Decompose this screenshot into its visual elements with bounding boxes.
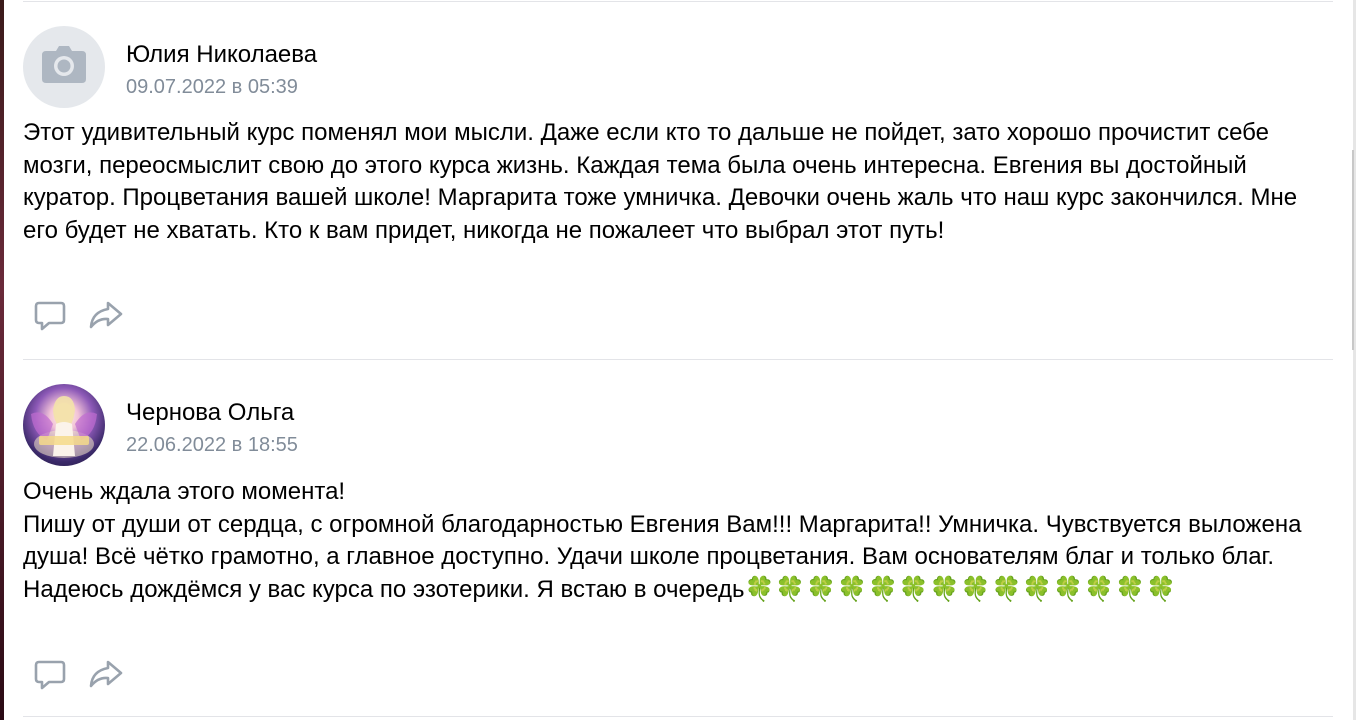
clover-emoji: 🍀🍀🍀🍀🍀🍀🍀🍀🍀🍀🍀🍀🍀🍀 bbox=[744, 575, 1177, 603]
window-edge bbox=[0, 0, 4, 720]
comment-text-line: Пишу от души от сердца, с огромной благо… bbox=[23, 509, 1323, 607]
comment-text: Этот удивительный курс поменял мои мысли… bbox=[23, 117, 1323, 247]
divider bbox=[23, 1, 1333, 2]
reply-button[interactable] bbox=[32, 658, 68, 694]
avatar[interactable] bbox=[23, 26, 105, 108]
comment-author[interactable]: Юлия Николаева bbox=[126, 41, 317, 69]
comment-item: Чернова Ольга 22.06.2022 в 18:55 Очень ж… bbox=[23, 384, 1333, 704]
avatar[interactable] bbox=[23, 384, 105, 466]
comment-text-line: Этот удивительный курс поменял мои мысли… bbox=[23, 119, 1298, 244]
reply-icon bbox=[33, 657, 67, 696]
share-icon bbox=[88, 298, 124, 337]
comment-item: Юлия Николаева 09.07.2022 в 05:39 Этот у… bbox=[23, 26, 1333, 346]
share-icon bbox=[88, 657, 124, 696]
comment-actions bbox=[32, 299, 124, 335]
comment-date[interactable]: 22.06.2022 в 18:55 bbox=[126, 434, 298, 457]
comment-text: Очень ждала этого момента! Пишу от души … bbox=[23, 476, 1323, 606]
reply-icon bbox=[33, 298, 67, 337]
comment-actions bbox=[32, 658, 124, 694]
divider bbox=[23, 716, 1333, 717]
comment-text-line: Очень ждала этого момента! bbox=[23, 478, 346, 505]
comment-date[interactable]: 09.07.2022 в 05:39 bbox=[126, 76, 298, 99]
scrollbar-thumb[interactable] bbox=[1352, 150, 1354, 350]
share-button[interactable] bbox=[88, 658, 124, 694]
comments-page: Юлия Николаева 09.07.2022 в 05:39 Этот у… bbox=[0, 0, 1356, 720]
reply-button[interactable] bbox=[32, 299, 68, 335]
comment-author[interactable]: Чернова Ольга bbox=[126, 399, 294, 427]
share-button[interactable] bbox=[88, 299, 124, 335]
divider bbox=[23, 359, 1333, 360]
camera-icon bbox=[40, 45, 88, 90]
user-photo bbox=[31, 396, 97, 458]
